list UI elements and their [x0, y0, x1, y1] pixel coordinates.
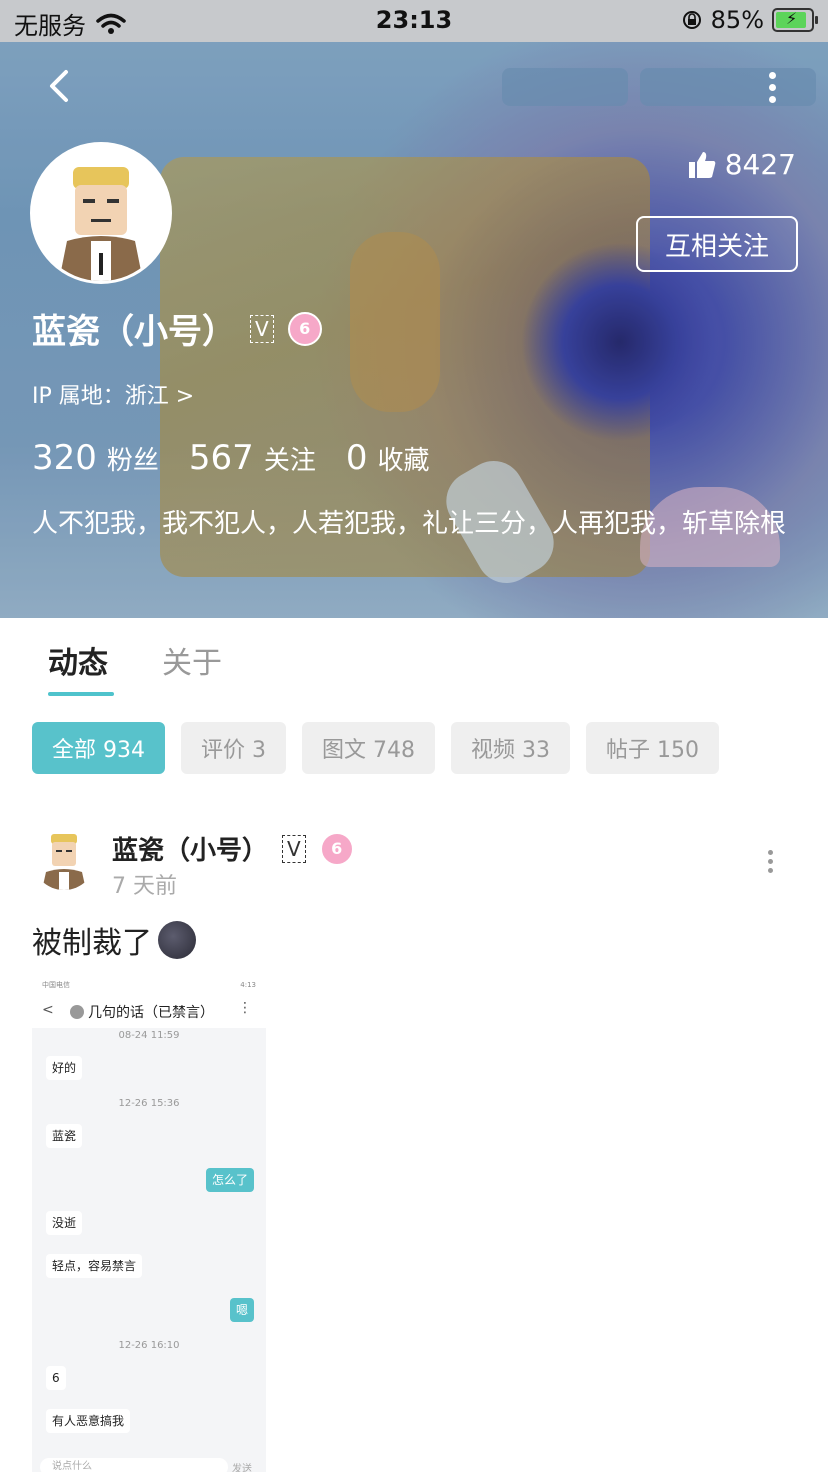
profile-name-row: 蓝瓷（小号） V 6 [32, 304, 322, 353]
shot-carrier: 中国电信 [42, 981, 70, 989]
fans-label[interactable]: 粉丝 [107, 440, 159, 477]
shot-message: 嗯 [229, 1298, 254, 1322]
following-count[interactable]: 567 [189, 438, 254, 478]
status-right: 85% ⚡ [681, 6, 818, 34]
battery-percent: 85% [710, 6, 764, 34]
shot-message: 没逝 [46, 1211, 83, 1235]
shot-timestamp: 08-24 11:59 [118, 1030, 180, 1041]
verified-badge: V [250, 314, 274, 343]
shot-message: 有人恶意搞我 [46, 1409, 131, 1433]
shot-back-icon: < [42, 1002, 54, 1018]
filter-all[interactable]: 全部 934 [32, 722, 165, 774]
shot-message: 轻点，容易禁言 [46, 1254, 143, 1278]
filter-posts[interactable]: 帖子 150 [586, 722, 719, 774]
post-text: 被制裁了 [32, 918, 196, 962]
likes-number: 8427 [724, 148, 796, 181]
fans-count[interactable]: 320 [32, 438, 97, 478]
profile-name: 蓝瓷（小号） [32, 312, 236, 352]
shot-avatar [70, 1005, 84, 1019]
avatar[interactable] [30, 142, 172, 284]
rotation-lock-icon [682, 11, 701, 29]
more-options-icon[interactable] [762, 72, 782, 112]
shot-title-row: 几句的话（已禁言） [70, 1002, 214, 1022]
level-badge: 6 [287, 311, 322, 346]
thumbs-up-icon [688, 151, 716, 178]
ip-location[interactable]: IP 属地：浙江 > [32, 378, 194, 410]
post-verified-badge: V [282, 834, 306, 863]
shot-timestamp: 12-26 16:10 [118, 1340, 180, 1351]
filter-chips: 全部 934 评价 3 图文 748 视频 33 帖子 150 [32, 722, 719, 774]
shot-message: 怎么了 [205, 1168, 254, 1192]
shot-status-bar: 中国电信 4:13 [32, 976, 266, 994]
shot-timestamp: 12-26 15:36 [118, 1098, 180, 1109]
shot-time: 4:13 [240, 981, 256, 989]
shot-message: 6 [46, 1366, 66, 1390]
post-level-badge: 6 [319, 831, 354, 866]
new-moon-face-emoji-icon [158, 921, 196, 959]
post-image[interactable]: 中国电信 4:13 < 几句的话（已禁言） ⋮ 08-24 11:59 好的 1… [32, 976, 266, 1472]
shot-send: 发送 [232, 1464, 252, 1472]
shot-message: 蓝瓷 [46, 1124, 83, 1148]
mutual-follow-button[interactable]: 互相关注 [636, 216, 798, 272]
profile-tabs: 动态 关于 [0, 618, 828, 708]
profile-stats: 320 粉丝 567 关注 0 收藏 [32, 438, 450, 478]
back-arrow-icon[interactable] [40, 66, 80, 106]
tab-about[interactable]: 关于 [162, 638, 222, 682]
post-text-content: 被制裁了 [32, 926, 152, 961]
profile-bio: 人不犯我，我不犯人，人若犯我，礼让三分，人再犯我，斩草除根 [32, 509, 787, 539]
shot-nav-bar: < 几句的话（已禁言） ⋮ [32, 994, 266, 1028]
post-author-name[interactable]: 蓝瓷（小号） [112, 830, 268, 867]
favorites-count[interactable]: 0 [346, 438, 368, 478]
profile-header: 8427 互相关注 蓝瓷（小号） V 6 IP 属地：浙江 > 320 粉丝 5… [0, 42, 828, 618]
shot-title: 几句的话（已禁言） [88, 1005, 214, 1021]
following-label[interactable]: 关注 [264, 440, 316, 477]
post-time: 7 天前 [112, 874, 177, 899]
tab-indicator [48, 692, 114, 696]
tab-activity[interactable]: 动态 [48, 638, 108, 682]
status-bar: 无服务 23:13 85% ⚡ [0, 0, 828, 42]
post-avatar[interactable] [32, 826, 96, 890]
shot-more-icon: ⋮ [238, 1000, 252, 1016]
filter-image-text[interactable]: 图文 748 [302, 722, 435, 774]
shot-input: 说点什么 [40, 1458, 228, 1472]
post-author-row: 蓝瓷（小号） V 6 [112, 830, 354, 867]
likes-count[interactable]: 8427 [687, 148, 796, 181]
favorites-label[interactable]: 收藏 [377, 440, 429, 477]
filter-videos[interactable]: 视频 33 [451, 722, 570, 774]
shot-message: 好的 [46, 1056, 83, 1080]
post-more-icon[interactable] [764, 850, 776, 876]
battery-icon: ⚡ [772, 8, 818, 32]
filter-reviews[interactable]: 评价 3 [181, 722, 286, 774]
